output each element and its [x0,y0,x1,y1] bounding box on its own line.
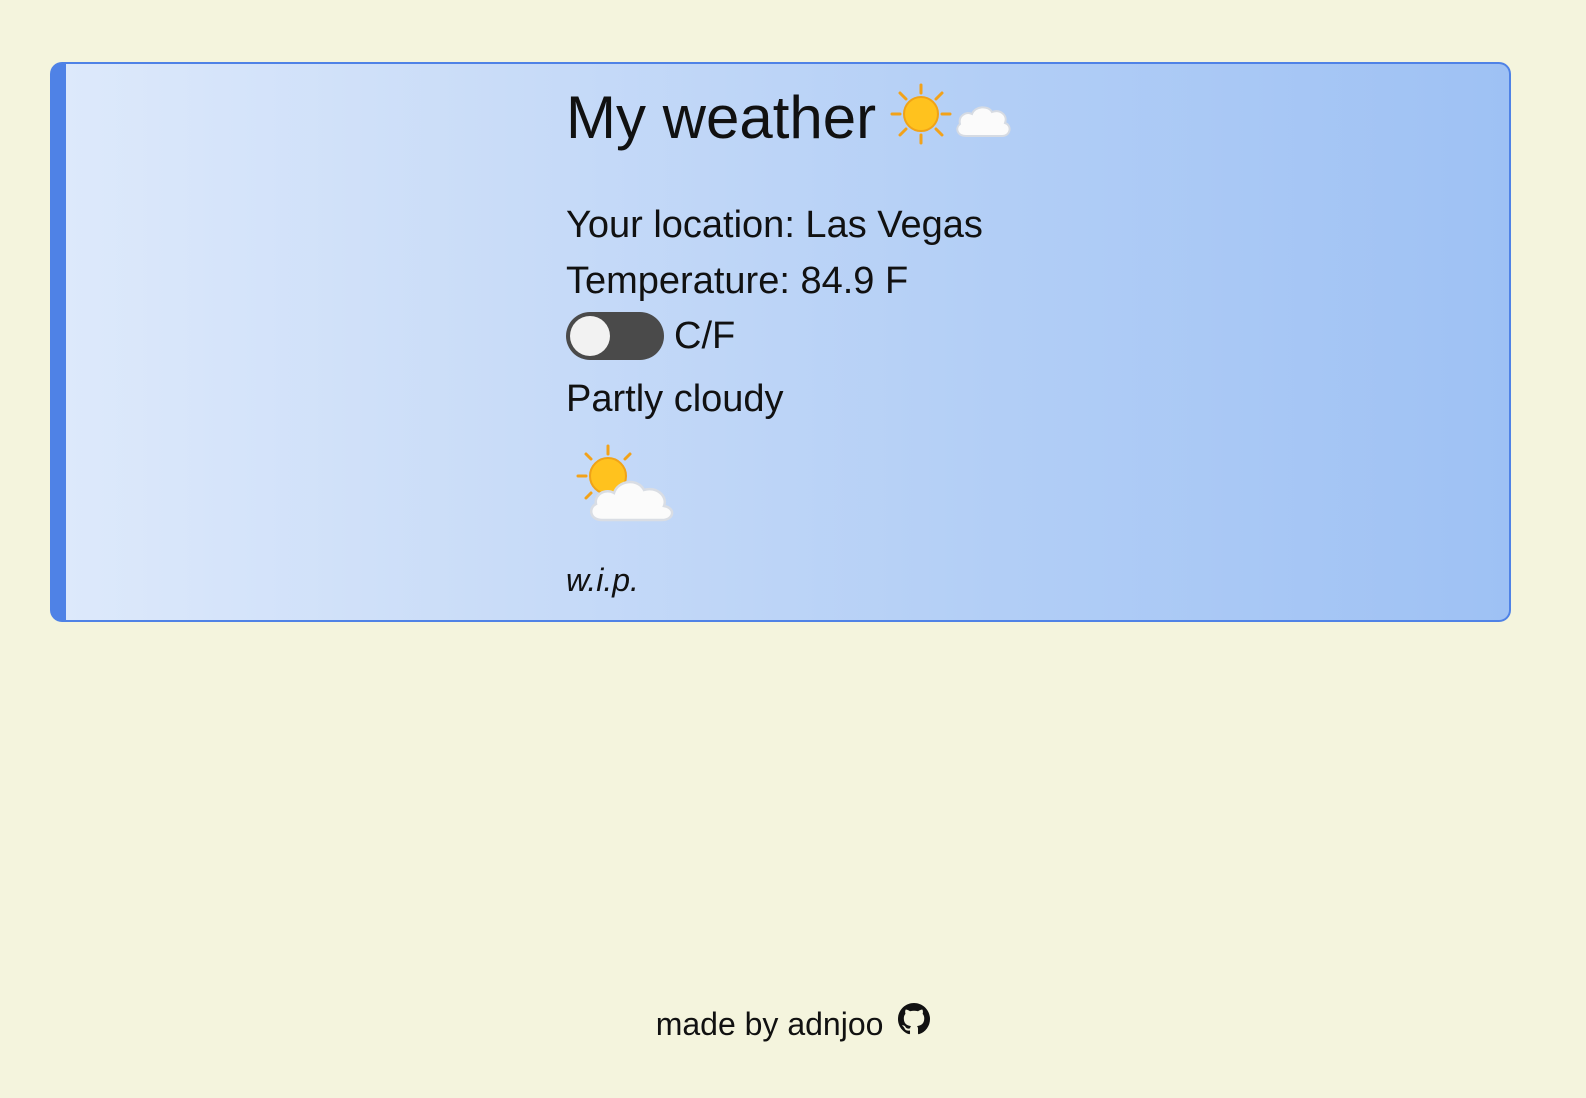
page-title-text: My weather [566,84,877,151]
page-title: My weather [566,82,1014,161]
toggle-knob [570,316,610,356]
cloud-icon [952,86,1014,158]
partly-cloudy-icon [572,442,682,531]
condition-text: Partly cloudy [566,378,784,420]
temperature-text: Temperature: 84.9 F [566,260,909,302]
title-emoji [890,83,1014,161]
footer-text: made by adnjoo [655,1006,884,1042]
unit-toggle-label: C/F [674,315,736,357]
github-icon[interactable] [898,1003,931,1044]
wip-note: w.i.p. [566,562,639,598]
unit-toggle-row: C/F [566,312,735,360]
unit-toggle-switch[interactable] [566,312,664,360]
footer: made by adnjoo [0,1003,1586,1044]
location-text: Your location: Las Vegas [566,204,983,246]
sun-icon [890,83,952,161]
weather-card: My weather Your location: Las Vegas Temp… [50,62,1511,622]
